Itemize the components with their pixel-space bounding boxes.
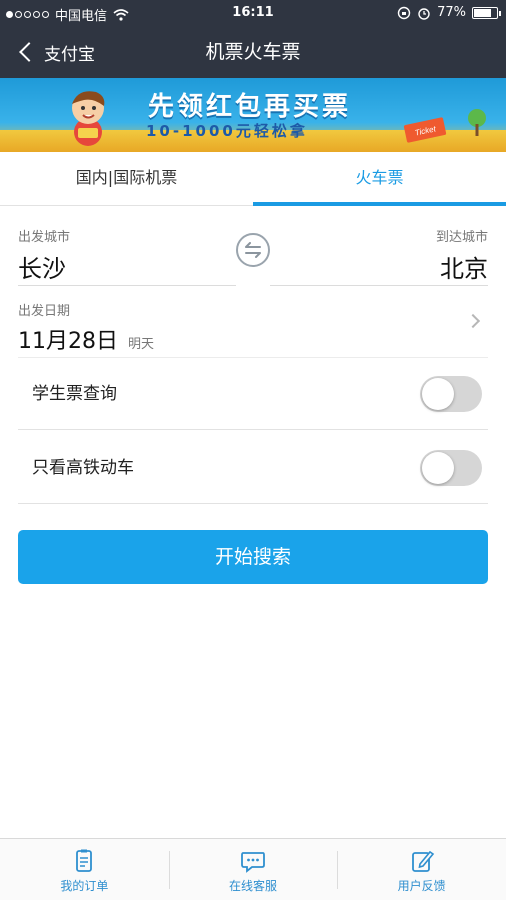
status-bar-right: 77% xyxy=(397,5,501,20)
arrival-city-label: 到达城市 xyxy=(435,230,488,245)
ticket-illustration: Ticket xyxy=(403,117,447,143)
route-selector: 出发城市 长沙 到达城市 北京 xyxy=(0,206,506,288)
student-ticket-toggle[interactable] xyxy=(420,376,482,412)
student-ticket-label: 学生票查询 xyxy=(32,384,117,404)
user-feedback-button[interactable]: 用户反馈 xyxy=(337,839,506,900)
departure-date-value-group: 11月28日 明天 xyxy=(18,323,488,355)
battery-icon xyxy=(472,6,501,19)
user-feedback-label: 用户反馈 xyxy=(397,879,446,893)
arrival-city-field[interactable]: 到达城市 北京 xyxy=(270,206,488,286)
tab-train-tickets[interactable]: 火车票 xyxy=(253,152,506,206)
my-orders-button[interactable]: 我的订单 xyxy=(0,839,169,900)
alarm-clock-icon xyxy=(418,7,430,20)
battery-percent: 77% xyxy=(437,5,466,20)
arrival-city-value: 北京 xyxy=(440,255,488,283)
status-bar: 中国电信 16:11 77% xyxy=(0,0,506,26)
departure-city-value: 长沙 xyxy=(18,255,66,283)
bottom-toolbar: 我的订单 在线客服 用户反馈 xyxy=(0,838,506,900)
page-title: 机票火车票 xyxy=(205,41,301,63)
online-support-button[interactable]: 在线客服 xyxy=(168,839,338,900)
departure-date-note: 明天 xyxy=(128,337,155,352)
departure-date-value: 11月28日 xyxy=(18,329,118,354)
departure-date-label: 出发日期 xyxy=(18,304,71,319)
high-speed-only-toggle[interactable] xyxy=(420,450,482,486)
online-support-label: 在线客服 xyxy=(229,879,278,893)
battery-level-fill xyxy=(474,8,491,17)
my-orders-label: 我的订单 xyxy=(60,879,109,893)
toggle-knob xyxy=(422,378,454,410)
departure-city-field[interactable]: 出发城市 长沙 xyxy=(18,206,236,286)
swap-cities-button[interactable] xyxy=(236,233,270,267)
student-ticket-row: 学生票查询 xyxy=(18,358,488,430)
toggle-knob xyxy=(422,452,454,484)
departure-city-label: 出发城市 xyxy=(18,230,71,245)
rotation-lock-icon xyxy=(397,6,411,19)
tree-illustration xyxy=(468,109,486,136)
banner-headline: 先领红包再买票 xyxy=(148,92,352,122)
mascot-boy-illustration xyxy=(72,91,105,146)
banner-subline: 10-1000元轻松拿 xyxy=(146,122,308,140)
promo-banner[interactable]: 先领红包再买票 10-1000元轻松拿 Ticket xyxy=(0,78,506,152)
chat-bubble-icon xyxy=(241,852,265,873)
high-speed-only-row: 只看高铁动车 xyxy=(18,432,488,504)
tab-flights[interactable]: 国内|国际机票 xyxy=(0,152,253,205)
feedback-edit-icon xyxy=(411,850,434,872)
order-list-icon xyxy=(76,849,93,872)
ticket-type-tabs: 国内|国际机票 火车票 xyxy=(0,152,506,206)
start-search-button[interactable]: 开始搜索 xyxy=(18,530,488,584)
navigation-bar: 支付宝 机票火车票 xyxy=(0,26,506,78)
departure-date-field[interactable]: 出发日期 11月28日 明天 xyxy=(18,288,488,358)
swap-arrows-icon xyxy=(245,242,261,258)
high-speed-only-label: 只看高铁动车 xyxy=(32,458,134,478)
